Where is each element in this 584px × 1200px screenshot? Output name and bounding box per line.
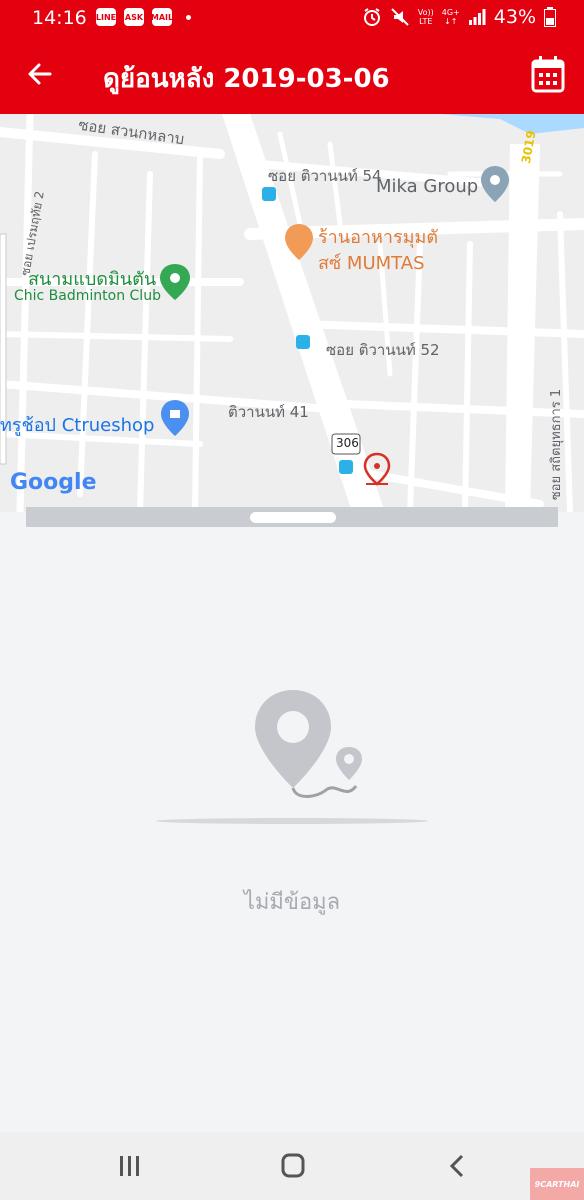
ask-app-icon: ASK bbox=[124, 8, 144, 26]
street-label: ติวานนท์ 41 bbox=[228, 403, 309, 421]
status-time: 14:16 bbox=[32, 7, 87, 29]
map-pin-gray-icon bbox=[481, 166, 509, 202]
battery-icon bbox=[544, 7, 556, 27]
location-route-icon bbox=[156, 690, 428, 824]
poi-label-badminton-en[interactable]: Chic Badminton Club bbox=[14, 288, 161, 304]
back-arrow-icon[interactable] bbox=[22, 56, 58, 92]
drag-handle[interactable] bbox=[250, 512, 336, 523]
map-pin-blue-icon bbox=[161, 400, 189, 436]
drag-handle-bar[interactable] bbox=[26, 507, 558, 527]
poi-label-restaurant-en[interactable]: สซ์ MUMTAS bbox=[318, 248, 425, 277]
home-icon[interactable] bbox=[273, 1150, 313, 1182]
volte-indicator: Vo)) LTE bbox=[417, 8, 434, 26]
map-pin-green-icon bbox=[160, 264, 190, 300]
recents-icon[interactable] bbox=[110, 1150, 150, 1182]
more-dot-icon bbox=[186, 14, 191, 20]
poi-label-mika[interactable]: Mika Group bbox=[376, 176, 478, 197]
alarm-icon bbox=[363, 8, 380, 26]
street-label: ซอย สถิตยุทธการ 1 bbox=[549, 388, 565, 501]
mail-app-icon: MAIL bbox=[151, 8, 173, 26]
map-view[interactable]: ซอย สวนกหลาบ ซอย ติวานนท์ 54 Mika Group … bbox=[0, 114, 584, 512]
mute-icon bbox=[391, 8, 409, 26]
route-306-label: 306 bbox=[336, 436, 359, 450]
calendar-icon[interactable] bbox=[530, 54, 566, 94]
signal-icon bbox=[468, 9, 486, 25]
poi-label-restaurant[interactable]: ร้านอาหารมุมตั bbox=[318, 222, 438, 251]
google-logo: Google bbox=[10, 470, 97, 495]
poi-label-ctrueshop[interactable]: ทรูช้อป Ctrueshop bbox=[0, 410, 154, 439]
4g-indicator: 4G+ ↓↑ bbox=[441, 8, 460, 26]
nav-back-icon[interactable] bbox=[438, 1150, 478, 1182]
app-bar: ดูย้อนหลัง 2019-03-06 bbox=[0, 36, 584, 114]
line-app-icon: LINE bbox=[96, 8, 116, 26]
street-label: ซอย ติวานนท์ 52 bbox=[326, 341, 440, 359]
status-bar: 14:16 LINE ASK MAIL Vo)) LTE 4G+ ↓↑ 43% bbox=[0, 0, 584, 36]
empty-state-message: ไม่มีข้อมูล bbox=[243, 890, 341, 915]
system-icons: Vo)) LTE 4G+ ↓↑ 43% bbox=[362, 6, 556, 28]
page-title: ดูย้อนหลัง 2019-03-06 bbox=[103, 64, 390, 94]
battery-percent: 43% bbox=[493, 6, 536, 28]
system-nav-bar bbox=[0, 1132, 584, 1200]
notification-icons: LINE ASK MAIL bbox=[96, 8, 191, 26]
street-label: ซอย ติวานนท์ 54 bbox=[268, 167, 382, 185]
watermark-logo: 9CARTHAI bbox=[530, 1168, 584, 1200]
